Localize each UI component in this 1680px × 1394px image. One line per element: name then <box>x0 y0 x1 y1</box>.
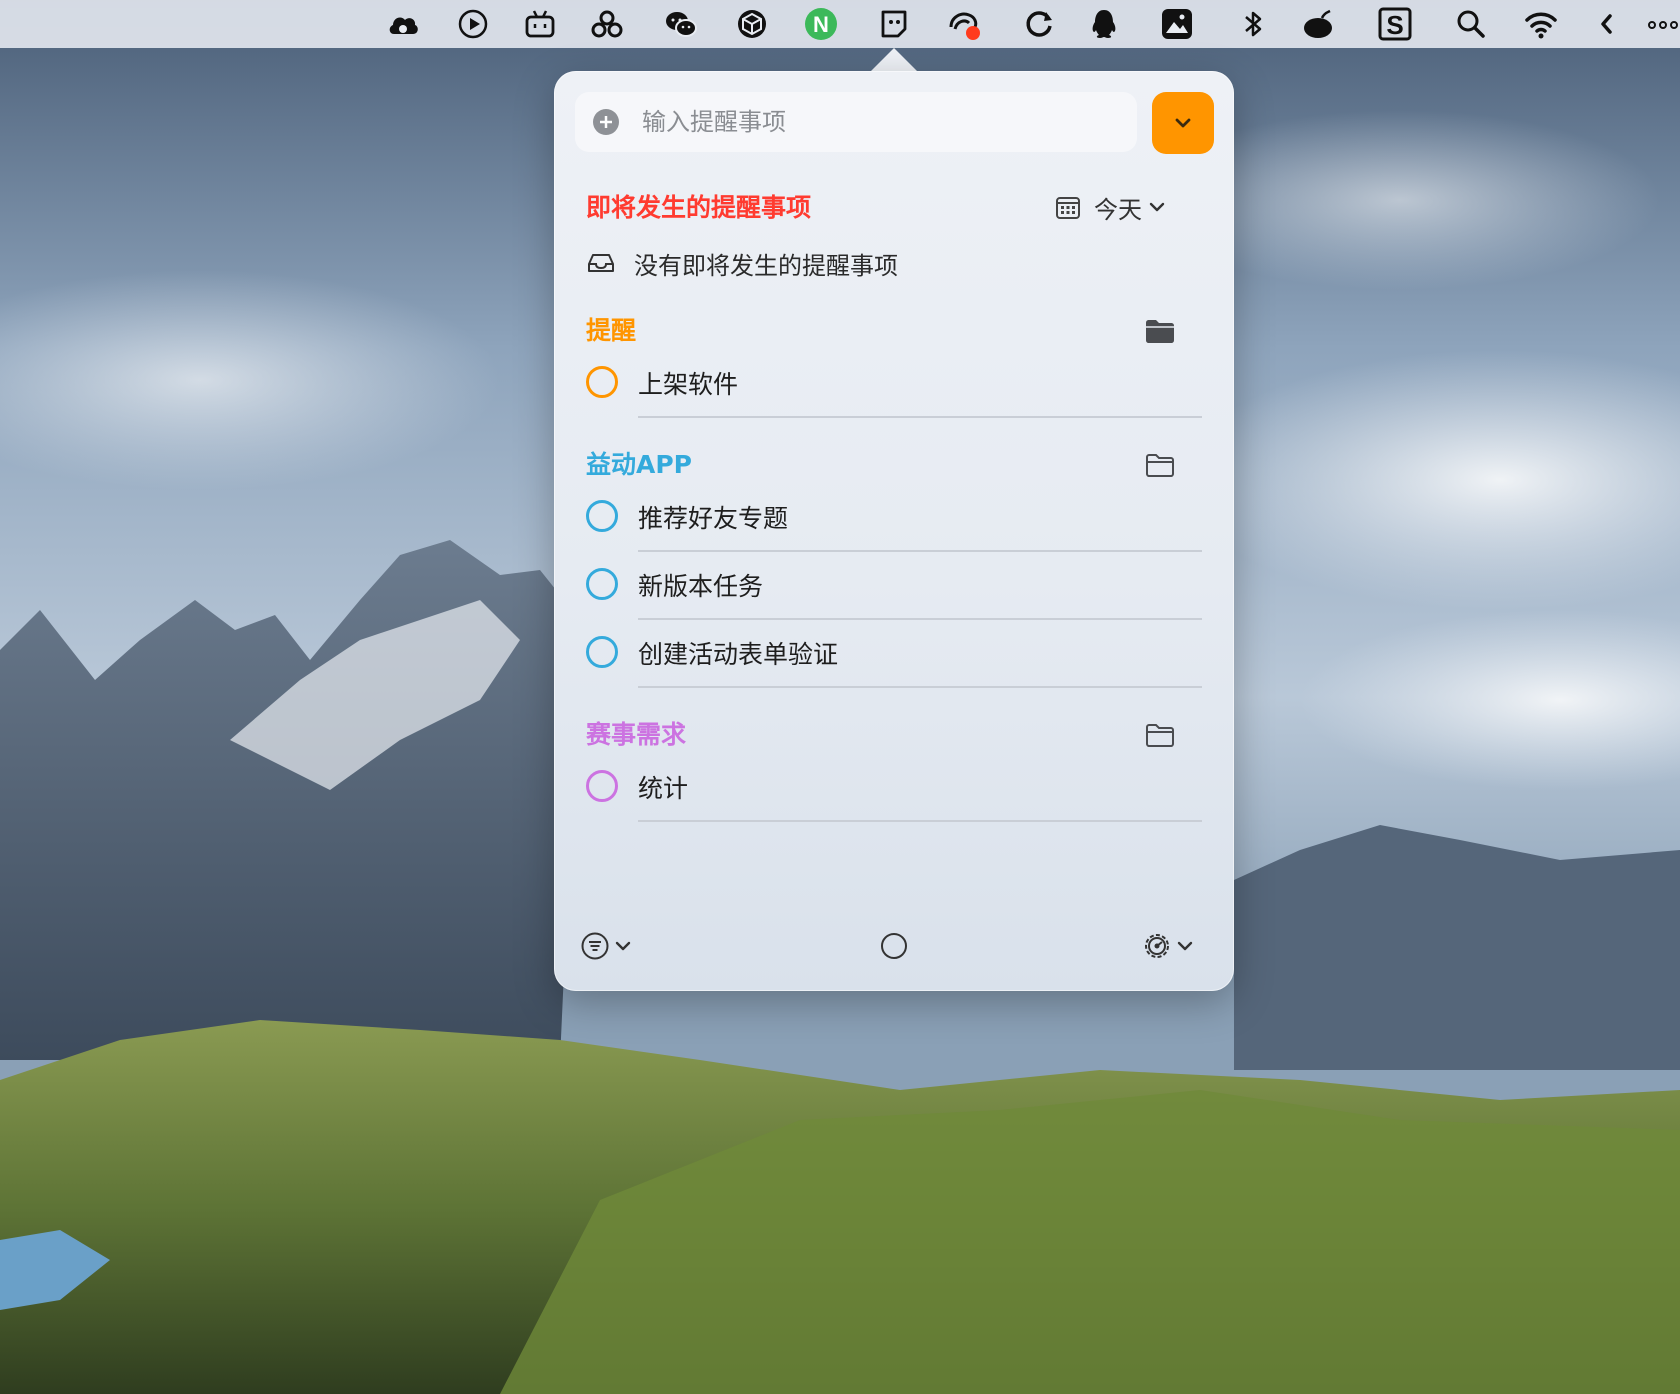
circle-icon <box>881 933 907 959</box>
chevron-down-icon <box>1149 202 1165 212</box>
group-icon[interactable] <box>590 7 624 41</box>
gear-icon <box>1145 934 1169 958</box>
filter-icon <box>581 932 609 960</box>
folder-icon[interactable] <box>1144 449 1176 481</box>
list-title-yidong-app: 益动APP <box>586 450 692 479</box>
calendar-icon <box>1056 197 1080 219</box>
date-filter-label: 今天 <box>1094 195 1142 224</box>
notes-icon[interactable] <box>877 7 911 41</box>
upcoming-title: 即将发生的提醒事项 <box>586 193 812 222</box>
wifi-icon[interactable] <box>1524 7 1558 41</box>
photo-icon[interactable] <box>1160 7 1194 41</box>
task-checkbox[interactable] <box>586 500 618 532</box>
chevron-left-icon[interactable] <box>1590 7 1624 41</box>
new-reminder-field[interactable] <box>575 92 1137 152</box>
search-icon[interactable] <box>1454 7 1488 41</box>
task-label: 新版本任务 <box>638 572 764 601</box>
task-row[interactable]: 上架软件 <box>586 350 1202 418</box>
settings-menu-button[interactable] <box>1142 929 1194 963</box>
sync-icon[interactable] <box>1022 7 1056 41</box>
chevron-down-icon <box>1175 118 1191 128</box>
task-divider <box>638 416 1202 418</box>
folder-filled-icon[interactable] <box>1144 315 1176 347</box>
task-row[interactable]: 创建活动表单验证 <box>586 620 1202 688</box>
date-filter-button[interactable]: 今天 <box>1054 190 1166 224</box>
expand-button[interactable] <box>1152 92 1214 154</box>
task-checkbox[interactable] <box>586 366 618 398</box>
play-icon[interactable] <box>456 7 490 41</box>
more-icon[interactable] <box>1646 7 1680 41</box>
task-row[interactable]: 统计 <box>586 754 1202 822</box>
list-title-event-requirements: 赛事需求 <box>586 720 687 749</box>
upcoming-empty-text: 没有即将发生的提醒事项 <box>634 251 898 280</box>
tv-icon[interactable] <box>523 7 557 41</box>
menu-bar: N S <box>0 0 1680 48</box>
list-title-reminders: 提醒 <box>586 316 637 345</box>
s-app-icon[interactable]: S <box>1378 7 1412 41</box>
bird-icon[interactable] <box>947 7 981 41</box>
popover-arrow <box>870 48 918 72</box>
wechat-icon[interactable] <box>664 7 698 41</box>
task-label: 上架软件 <box>638 370 739 399</box>
box-icon[interactable] <box>735 7 769 41</box>
task-row[interactable]: 新版本任务 <box>586 552 1202 620</box>
popover-footer <box>554 901 1234 991</box>
reminders-popover: 即将发生的提醒事项 今天 没有即将发生的提醒事项 提醒 上架软件 益动 <box>554 71 1234 991</box>
cloud-icon[interactable] <box>386 7 420 41</box>
task-checkbox[interactable] <box>586 770 618 802</box>
filter-menu-button[interactable] <box>580 929 632 963</box>
plus-circle-icon <box>593 109 619 135</box>
folder-icon[interactable] <box>1144 719 1176 751</box>
task-checkbox[interactable] <box>586 636 618 668</box>
bluetooth-icon[interactable] <box>1236 7 1270 41</box>
n-app-letter: N <box>813 12 829 37</box>
toggle-completed-button[interactable] <box>879 929 909 963</box>
task-row[interactable]: 推荐好友专题 <box>586 484 1202 552</box>
task-divider <box>638 686 1202 688</box>
n-app-icon[interactable]: N <box>804 7 838 41</box>
tray-icon <box>588 254 614 272</box>
task-label: 创建活动表单验证 <box>638 640 839 669</box>
task-label: 推荐好友专题 <box>638 504 789 533</box>
s-app-letter: S <box>1386 10 1403 40</box>
chevron-down-icon <box>615 941 631 951</box>
reminder-input[interactable] <box>640 107 1084 137</box>
task-checkbox[interactable] <box>586 568 618 600</box>
bomb-icon[interactable] <box>1302 7 1336 41</box>
chevron-down-icon <box>1177 941 1193 951</box>
task-label: 统计 <box>638 774 689 803</box>
qq-icon[interactable] <box>1087 7 1121 41</box>
task-divider <box>638 820 1202 822</box>
upcoming-empty-row: 没有即将发生的提醒事项 <box>586 243 898 283</box>
